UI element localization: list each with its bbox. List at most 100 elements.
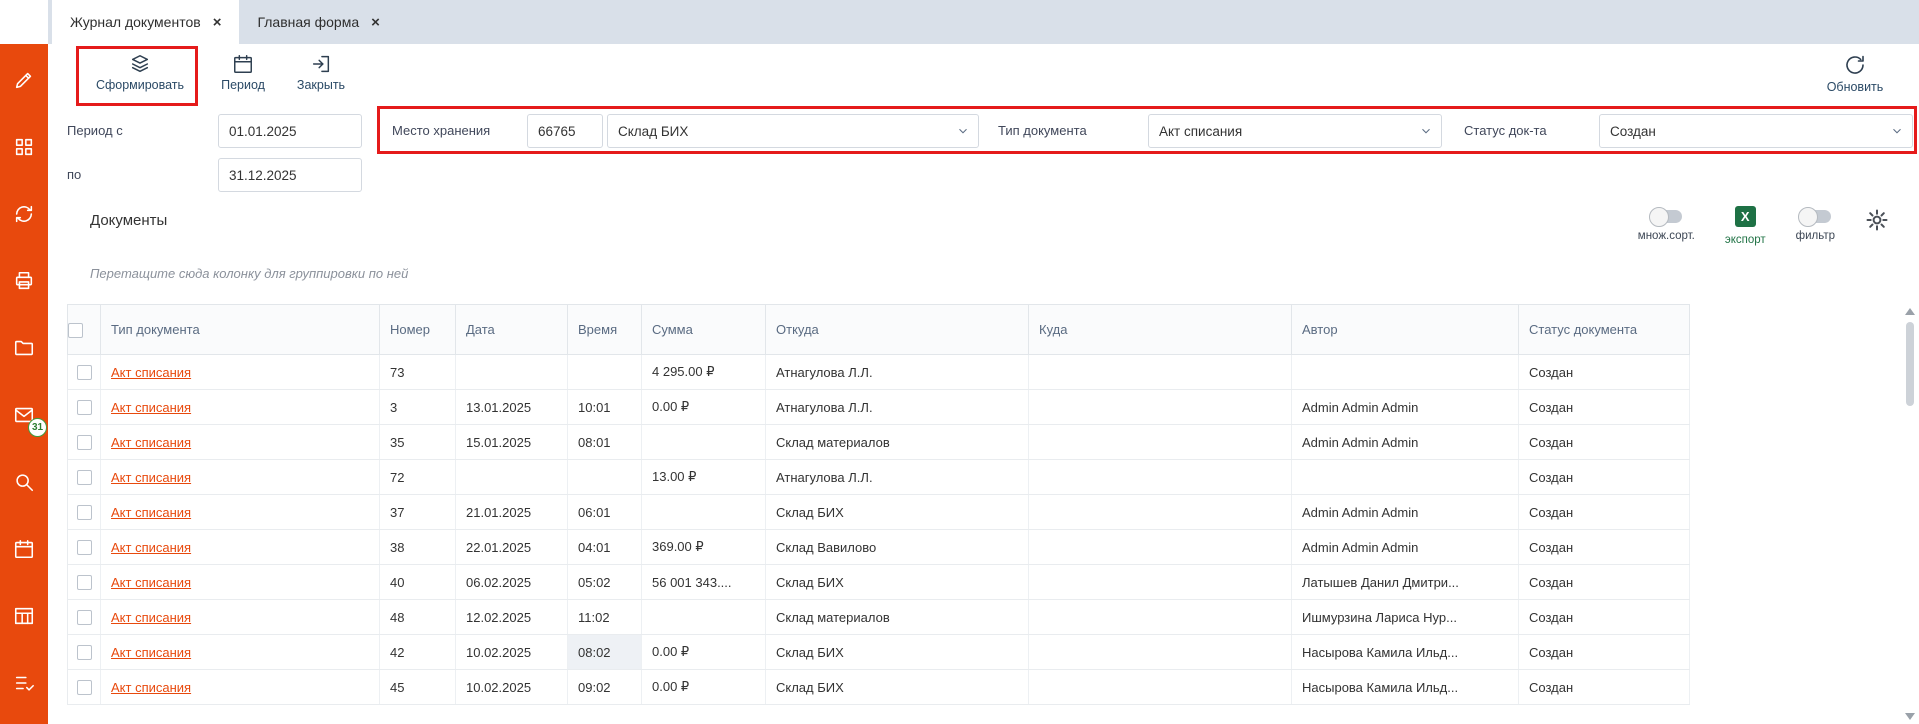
column-header-date[interactable]: Дата <box>456 305 568 355</box>
print-icon[interactable] <box>11 268 37 294</box>
row-checkbox[interactable] <box>77 610 92 625</box>
cell-number: 3 <box>380 390 456 425</box>
status-select[interactable]: Создан <box>1599 114 1913 148</box>
doc-type-link[interactable]: Акт списания <box>111 365 191 380</box>
multi-sort-label: множ.сорт. <box>1638 230 1695 242</box>
cell-to <box>1029 425 1292 460</box>
row-checkbox[interactable] <box>77 470 92 485</box>
mail-icon[interactable]: 31 <box>11 402 37 428</box>
calendar-icon[interactable] <box>11 536 37 562</box>
cell-author <box>1292 460 1519 495</box>
cell-number: 37 <box>380 495 456 530</box>
table-row: Акт списания7213.00 ₽Атнагулова Л.Л.Созд… <box>68 460 1690 495</box>
tab-main-form-label: Главная форма <box>257 14 359 30</box>
documents-table: Тип документа Номер Дата Время Сумма Отк… <box>67 304 1690 705</box>
period-to-input[interactable] <box>218 158 362 192</box>
refresh-button[interactable]: Обновить <box>1819 53 1891 94</box>
cell-from: Склад БИХ <box>766 495 1029 530</box>
row-checkbox[interactable] <box>77 540 92 555</box>
doc-type-link[interactable]: Акт списания <box>111 610 191 625</box>
doc-type-link[interactable]: Акт списания <box>111 435 191 450</box>
filter-label: фильтр <box>1796 230 1835 242</box>
select-all-checkbox[interactable] <box>68 323 83 338</box>
scroll-down-arrow[interactable] <box>1905 713 1915 720</box>
cell-time: 08:02 <box>568 635 642 670</box>
cell-type: Акт списания <box>101 495 380 530</box>
cell-sum <box>642 495 766 530</box>
column-header-to[interactable]: Куда <box>1029 305 1292 355</box>
scroll-up-arrow[interactable] <box>1905 308 1915 315</box>
cell-sum <box>642 600 766 635</box>
tab-main-form-close-icon[interactable]: × <box>371 14 380 31</box>
column-header-time[interactable]: Время <box>568 305 642 355</box>
vertical-scrollbar[interactable] <box>1904 308 1916 720</box>
doc-type-link[interactable]: Акт списания <box>111 400 191 415</box>
row-checkbox[interactable] <box>77 435 92 450</box>
storage-select[interactable]: Склад БИХ <box>607 114 979 148</box>
folder-icon[interactable] <box>11 335 37 361</box>
scrollbar-thumb[interactable] <box>1906 322 1914 406</box>
period-from-input[interactable] <box>218 114 362 148</box>
column-header-from[interactable]: Откуда <box>766 305 1029 355</box>
column-header-number[interactable]: Номер <box>380 305 456 355</box>
table-row: Акт списания734 295.00 ₽Атнагулова Л.Л.С… <box>68 355 1690 390</box>
cell-date: 21.01.2025 <box>456 495 568 530</box>
cell-type: Акт списания <box>101 635 380 670</box>
doc-type-link[interactable]: Акт списания <box>111 470 191 485</box>
modules-icon[interactable] <box>11 134 37 160</box>
table-row: Акт списания4006.02.202505:0256 001 343.… <box>68 565 1690 600</box>
chevron-down-icon <box>1890 124 1904 138</box>
column-header-type[interactable]: Тип документа <box>101 305 380 355</box>
filter-control[interactable]: фильтр <box>1796 206 1835 242</box>
table-row: Акт списания313.01.202510:010.00 ₽Атнагу… <box>68 390 1690 425</box>
cell-number: 48 <box>380 600 456 635</box>
tab-journal[interactable]: Журнал документов × <box>52 0 239 44</box>
cell-to <box>1029 355 1292 390</box>
cell-from: Склад БИХ <box>766 670 1029 705</box>
tab-main-form[interactable]: Главная форма × <box>239 0 397 44</box>
doc-type-link[interactable]: Акт списания <box>111 575 191 590</box>
cell-sum: 0.00 ₽ <box>642 390 766 425</box>
settings-gear-icon[interactable] <box>1865 208 1889 237</box>
column-header-status[interactable]: Статус документа <box>1519 305 1690 355</box>
doc-type-link[interactable]: Акт списания <box>111 505 191 520</box>
excel-export-icon[interactable]: X <box>1735 206 1756 227</box>
row-checkbox[interactable] <box>77 645 92 660</box>
documents-controls: множ.сорт. X экспорт фильтр <box>1638 206 1889 246</box>
filter-toggle[interactable] <box>1799 210 1831 223</box>
cell-date <box>456 460 568 495</box>
close-form-button[interactable]: Закрыть <box>290 53 352 92</box>
cell-sum: 4 295.00 ₽ <box>642 355 766 390</box>
cell-type: Акт списания <box>101 425 380 460</box>
row-checkbox[interactable] <box>77 400 92 415</box>
storage-code-input[interactable] <box>527 114 603 148</box>
row-checkbox[interactable] <box>77 365 92 380</box>
column-header-author[interactable]: Автор <box>1292 305 1519 355</box>
cell-sum: 0.00 ₽ <box>642 670 766 705</box>
doc-type-link[interactable]: Акт списания <box>111 645 191 660</box>
search-icon[interactable] <box>11 469 37 495</box>
export-control[interactable]: X экспорт <box>1725 206 1766 246</box>
generate-button[interactable]: Сформировать <box>84 53 196 92</box>
period-icon <box>232 53 254 75</box>
multi-sort-toggle[interactable] <box>1650 210 1682 223</box>
doc-type-link[interactable]: Акт списания <box>111 540 191 555</box>
row-checkbox[interactable] <box>77 575 92 590</box>
tasks-icon[interactable] <box>11 670 37 696</box>
doc-type-link[interactable]: Акт списания <box>111 680 191 695</box>
cell-date: 10.02.2025 <box>456 670 568 705</box>
doc-type-select[interactable]: Акт списания <box>1148 114 1442 148</box>
cell-time <box>568 460 642 495</box>
sync-icon[interactable] <box>11 201 37 227</box>
row-checkbox[interactable] <box>77 505 92 520</box>
multi-sort-control[interactable]: множ.сорт. <box>1638 206 1695 242</box>
row-checkbox[interactable] <box>77 680 92 695</box>
data-table-icon[interactable] <box>11 603 37 629</box>
refresh-label: Обновить <box>1827 80 1884 94</box>
pencil-icon[interactable] <box>11 67 37 93</box>
tab-journal-close-icon[interactable]: × <box>213 14 222 31</box>
period-button[interactable]: Период <box>212 53 274 92</box>
column-header-sum[interactable]: Сумма <box>642 305 766 355</box>
status-select-value: Создан <box>1610 124 1656 139</box>
cell-from: Склад материалов <box>766 600 1029 635</box>
